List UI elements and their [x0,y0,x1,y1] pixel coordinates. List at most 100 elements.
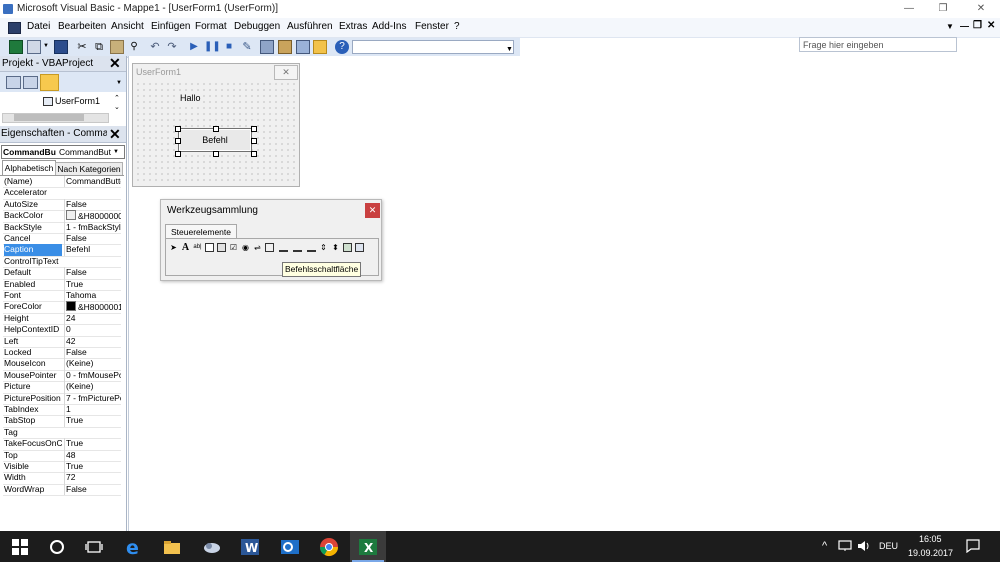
paste-icon[interactable] [110,40,124,54]
tree-scroll-up-icon[interactable]: ⌃ [114,94,120,102]
object-selector[interactable]: CommandBu CommandBut ▼ [1,145,125,159]
selection-handle[interactable] [213,151,219,157]
insert-userform-icon[interactable] [27,40,41,54]
project-panel-close-icon[interactable]: ✕ [109,56,121,70]
pointer-icon[interactable]: ➤ [169,243,178,252]
label-icon[interactable]: A [181,243,190,253]
project-toolbar-dropdown-icon[interactable]: ▼ [116,80,122,86]
label-hallo[interactable]: Hallo [178,93,203,103]
property-value[interactable]: 1 - fmBackStyle [64,221,121,233]
selection-handle[interactable] [213,126,219,132]
checkbox-icon[interactable]: ☑ [229,243,238,252]
restore-button[interactable]: ❐ [928,0,958,18]
tree-hscroll-thumb[interactable] [14,114,84,121]
run-icon[interactable]: ▶ [187,40,201,54]
insert-dropdown-icon[interactable]: ▼ [43,43,49,49]
property-value[interactable]: True [64,415,121,427]
commandbutton-icon[interactable] [279,243,288,252]
togglebutton-icon[interactable]: ⇌ [253,243,262,252]
help-dropdown-icon[interactable]: ▼ [946,22,954,31]
scrollbar-icon[interactable]: ⇕ [319,243,328,252]
userform-close-button[interactable]: ✕ [274,65,298,80]
optionbutton-icon[interactable]: ◉ [241,243,250,252]
view-code-icon[interactable] [6,76,21,89]
view-excel-icon[interactable] [9,40,23,54]
vba-menu-icon[interactable] [8,22,21,34]
tab-nach-kategorien[interactable]: Nach Kategorien [55,162,123,175]
reset-icon[interactable]: ■ [222,40,236,54]
toolbox-tab-steuerelemente[interactable]: Steuerelemente [165,224,237,239]
clock-time[interactable]: 16:05 [919,534,942,544]
menu-ansicht[interactable]: Ansicht [111,21,144,32]
property-value[interactable]: 72 [64,472,121,484]
property-value[interactable]: 0 - fmMousePo [64,369,121,382]
tray-overflow-chevron[interactable]: ^ [822,540,827,552]
menu-debuggen[interactable]: Debuggen [234,21,280,32]
property-value[interactable]: 1 [64,404,121,416]
edge-browser-icon[interactable]: e [124,537,144,559]
help-icon[interactable]: ? [335,40,349,54]
textbox-icon[interactable]: ab| [193,243,202,252]
tree-scroll-down-icon[interactable]: ⌄ [114,103,120,111]
property-value[interactable]: 7 - fmPicturePo [64,392,121,404]
toolbox-close-button[interactable]: ✕ [365,203,380,218]
toolbar-position-combo[interactable] [352,40,514,54]
tab-alphabetisch[interactable]: Alphabetisch [2,160,56,175]
cortana-search-icon[interactable] [47,537,67,557]
minimize-button[interactable]: — [894,0,924,18]
property-value[interactable]: 24 [64,312,121,325]
file-explorer-icon[interactable] [162,537,182,557]
selection-handle[interactable] [251,151,257,157]
property-value[interactable]: False [64,267,121,279]
selection-handle[interactable] [251,126,257,132]
selection-handle[interactable] [175,138,181,144]
object-browser-icon[interactable] [296,40,310,54]
selection-handle[interactable] [251,138,257,144]
outlook-icon[interactable] [280,537,300,557]
image-icon[interactable] [343,243,352,252]
property-value[interactable]: 0 [64,324,121,336]
combobox-icon[interactable] [205,243,214,252]
menu-datei[interactable]: Datei [27,21,50,32]
mdi-minimize-button[interactable]: — [960,21,969,31]
toolbox-icon[interactable] [313,40,327,54]
tree-item-userform1[interactable]: UserForm1 [55,96,100,106]
property-value[interactable]: (Keine) [64,381,121,393]
userform-window[interactable]: UserForm1 ✕ Hallo Befehl [132,63,300,187]
chrome-icon[interactable] [319,537,339,557]
menu-extras[interactable]: Extras [339,21,367,32]
menu-help[interactable]: ? [454,21,460,32]
project-explorer-icon[interactable] [260,40,274,54]
property-value[interactable]: 48 [64,449,121,461]
property-value[interactable]: False [64,483,121,496]
view-object-icon[interactable] [23,76,38,89]
property-value[interactable]: True [64,438,121,450]
close-window-button[interactable]: ✕ [966,0,996,18]
volume-icon[interactable] [857,540,871,554]
clock-date[interactable]: 19.09.2017 [908,548,953,558]
frame-icon[interactable] [265,243,274,252]
menu-fenster[interactable]: Fenster [415,21,449,32]
break-icon[interactable]: ❚❚ [204,40,221,54]
multipage-icon[interactable] [307,243,316,252]
object-selector-dropdown-icon[interactable]: ▼ [113,146,119,158]
excel-icon[interactable]: X [358,537,378,557]
property-value[interactable]: False [64,233,121,245]
task-view-icon[interactable] [84,537,104,557]
cut-icon[interactable]: ✂ [75,40,89,54]
properties-panel-close-icon[interactable]: ✕ [109,127,121,141]
menu-addins[interactable]: Add-Ins [372,21,406,32]
property-value[interactable]: 42 [64,335,121,347]
input-language[interactable]: DEU [879,541,898,551]
property-value[interactable]: False [64,198,121,211]
help-search-input[interactable]: Frage hier eingeben [799,37,957,52]
listbox-icon[interactable] [217,243,226,252]
undo-icon[interactable]: ↶ [148,40,162,54]
toggle-folders-icon[interactable] [40,74,59,91]
toolbox-window[interactable]: Werkzeugsammlung ✕ Steuerelemente ➤ A ab… [160,199,382,281]
property-value[interactable]: Tahoma [64,290,121,302]
property-value[interactable]: False [64,347,121,359]
refedit-icon[interactable] [355,243,364,252]
spinbutton-icon[interactable]: ⬍ [331,243,340,252]
menu-einfuegen[interactable]: Einfügen [151,21,190,32]
